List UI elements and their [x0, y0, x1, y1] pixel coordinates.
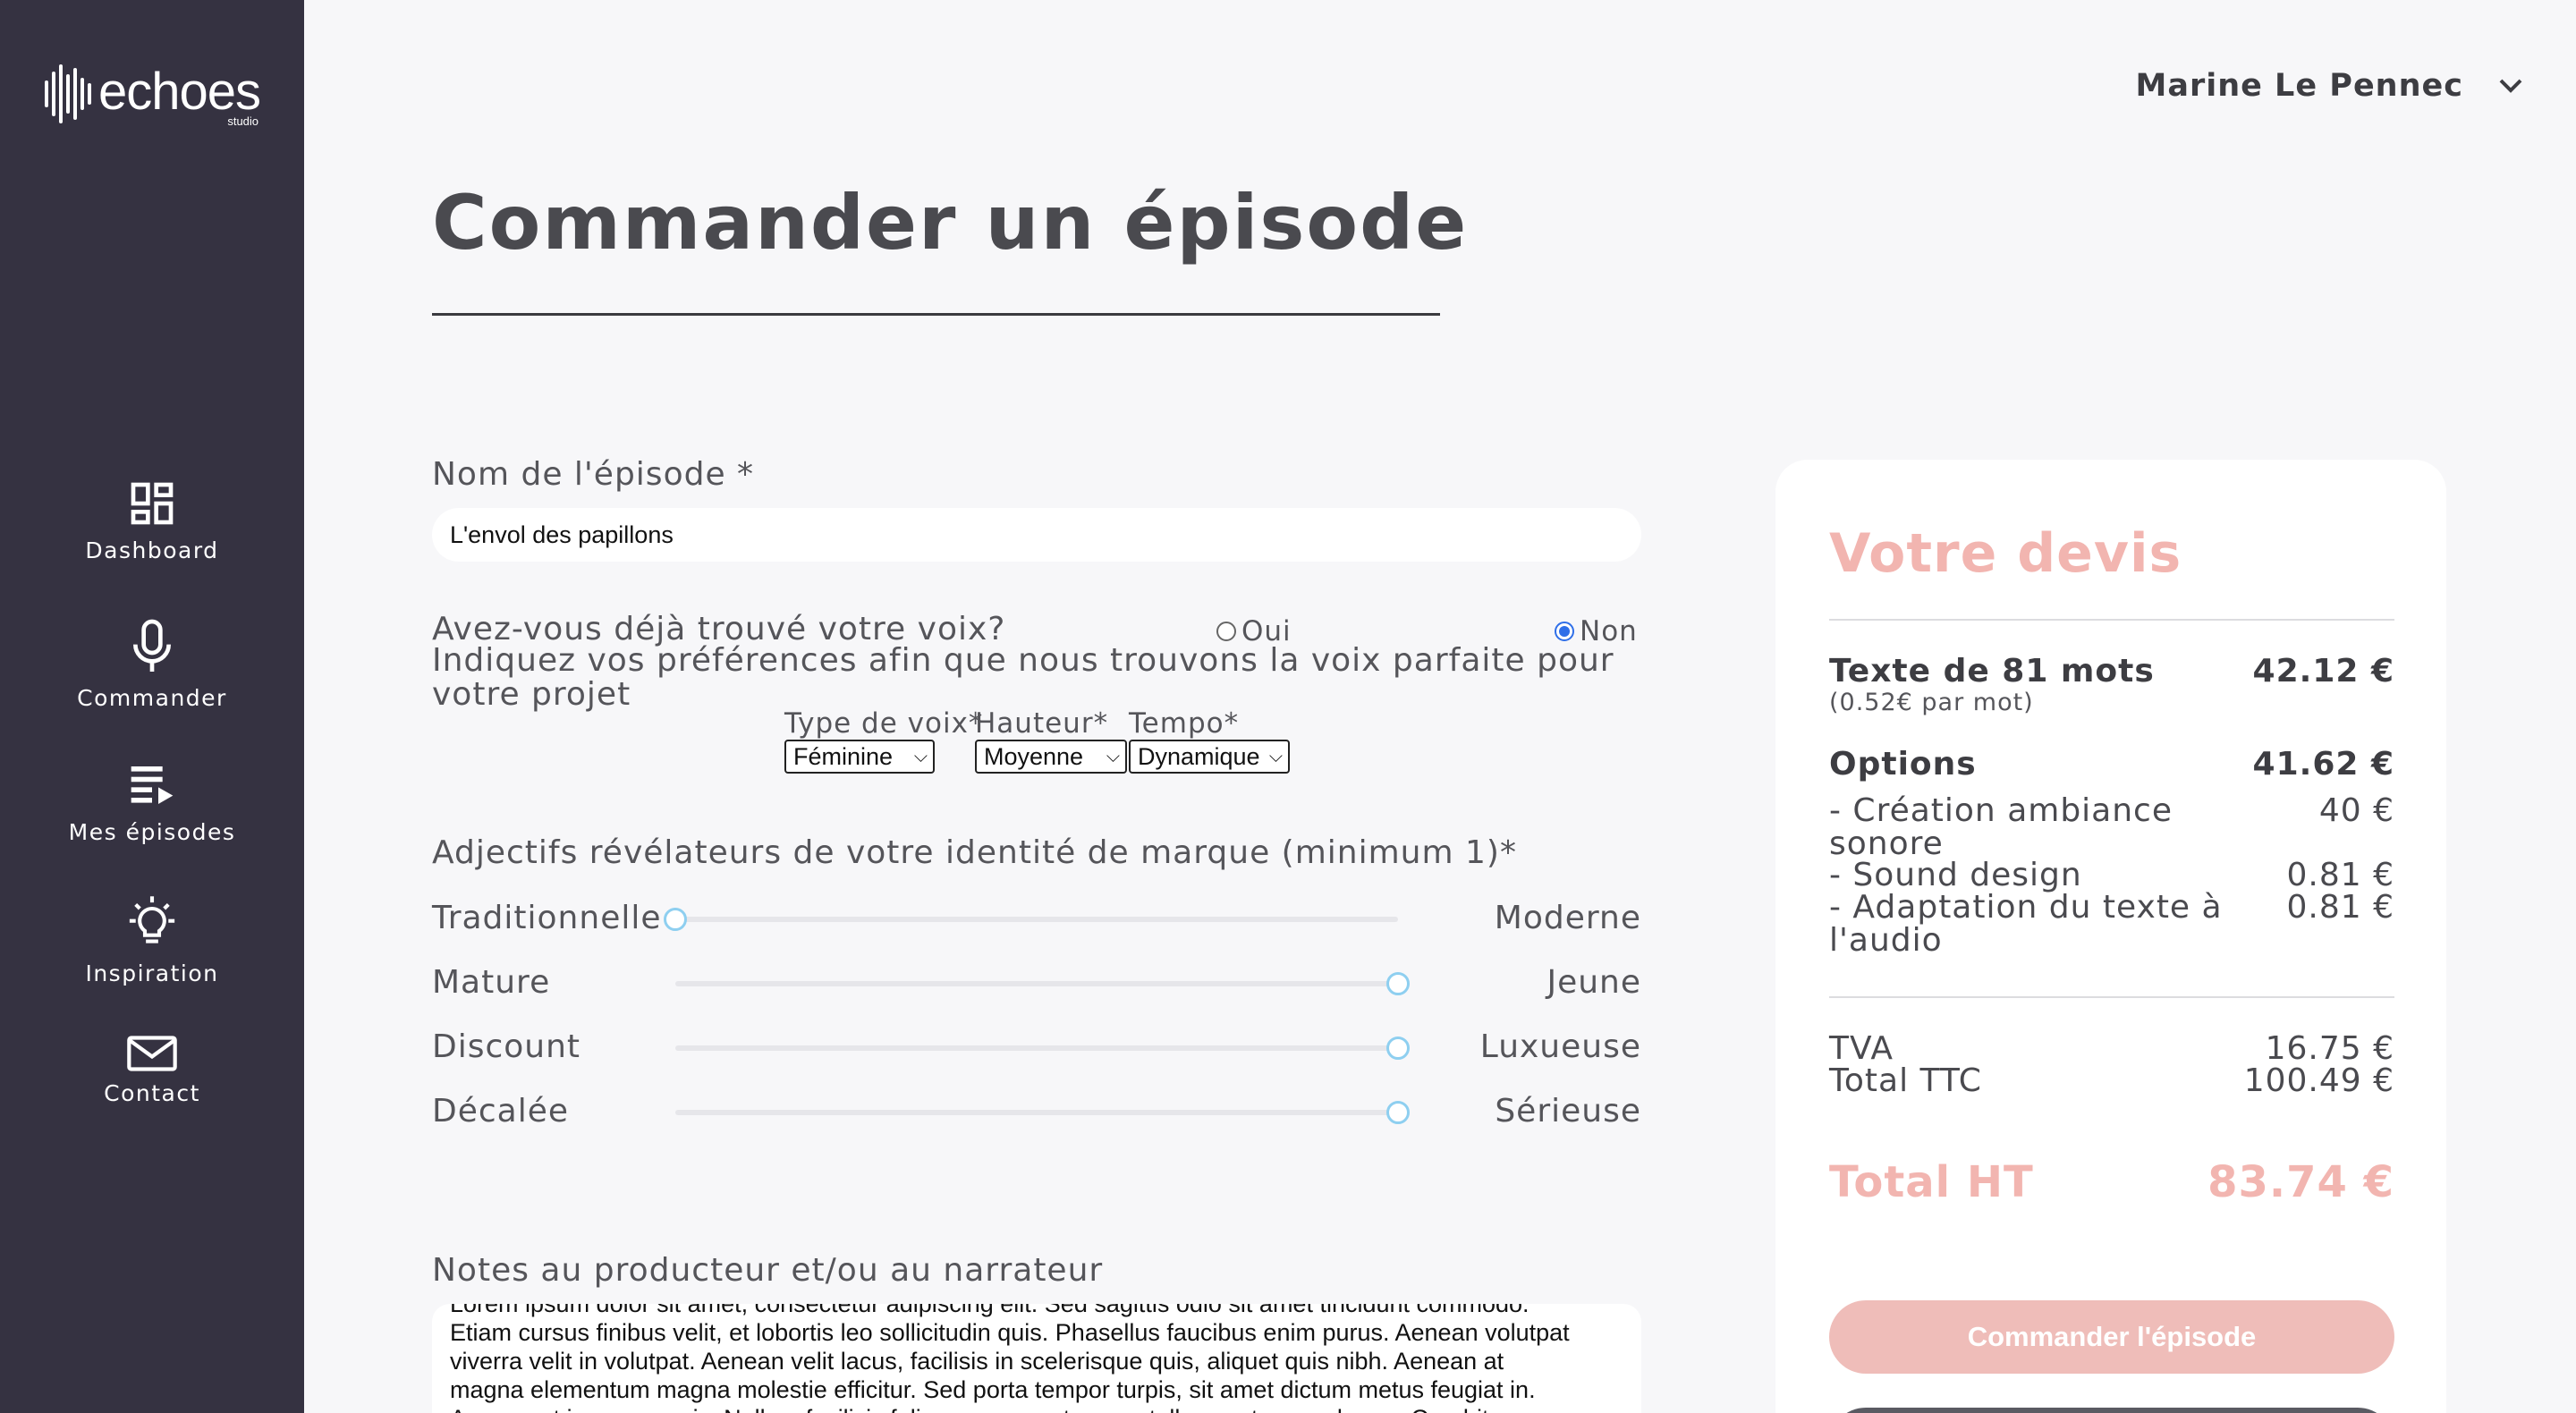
slider-mature-jeune[interactable]: [675, 972, 1410, 995]
slider-right-label: Moderne: [1494, 900, 1641, 936]
playlist-icon: [131, 766, 174, 804]
notes-line: Etiam cursus finibus velit, et lobortis …: [450, 1319, 1570, 1346]
quote-text-rate: (0.52€ par mot): [1829, 689, 2034, 716]
quote-option-item: - Adaptation du texte à l'audio 0.81 €: [1829, 891, 2394, 957]
slider-thumb[interactable]: [1386, 1101, 1410, 1124]
ttc-value: 100.49 €: [2243, 1062, 2394, 1099]
chevron-down-icon: ⌵: [1106, 746, 1120, 766]
slider-left-label: Mature: [432, 964, 551, 1001]
secondary-button[interactable]: [1829, 1408, 2394, 1413]
slider-discount-luxueuse[interactable]: [675, 1036, 1410, 1060]
quote-option-item: - Création ambiance sonore 40 €: [1829, 794, 2394, 860]
tempo-label: Tempo*: [1129, 707, 1240, 740]
lightbulb-icon: [129, 896, 175, 943]
slider-thumb[interactable]: [1386, 1036, 1410, 1060]
slider-left-label: Décalée: [432, 1093, 570, 1130]
slider-right-label: Luxueuse: [1479, 1028, 1641, 1065]
voice-type-label: Type de voix*: [784, 707, 984, 740]
pitch-label: Hauteur*: [975, 707, 1109, 740]
total-ht-label: Total HT: [1829, 1157, 2034, 1207]
slider-decalee-serieuse[interactable]: [675, 1101, 1410, 1124]
quote-divider: [1829, 996, 2394, 998]
notes-textarea[interactable]: Lorem ipsum dolor sit amet, consectetur …: [432, 1304, 1641, 1413]
select-value: Féminine: [793, 742, 894, 770]
sidebar-item-label: Commander: [77, 685, 227, 711]
sidebar-item-label: Dashboard: [85, 537, 219, 563]
quote-tva-row: TVA 16.75 €: [1829, 1030, 2394, 1067]
voice-help-text: Indiquez vos préférences afin que nous t…: [432, 642, 1614, 713]
pitch-select[interactable]: Moyenne ⌵: [975, 740, 1127, 774]
sidebar-item-label: Inspiration: [85, 960, 219, 986]
quote-options-row: Options 41.62 €: [1829, 746, 2394, 783]
quote-text-label: Texte de 81 mots: [1829, 653, 2155, 690]
episode-name-input[interactable]: [432, 508, 1641, 562]
voice-type-select[interactable]: Féminine ⌵: [784, 740, 935, 774]
option-price: 40 €: [2318, 792, 2394, 829]
slider-right-label: Sérieuse: [1495, 1093, 1641, 1130]
quote-text-row: Texte de 81 mots 42.12 €: [1829, 653, 2394, 690]
tempo-select[interactable]: Dynamique ⌵: [1129, 740, 1290, 774]
chevron-down-icon: [2499, 79, 2522, 93]
title-divider: [432, 313, 1440, 316]
page-title: Commander un épisode: [432, 179, 1469, 267]
quote-text-price: 42.12 €: [2252, 653, 2394, 690]
user-menu[interactable]: Marine Le Pennec: [2136, 68, 2522, 104]
quote-title: Votre devis: [1829, 522, 2182, 585]
notes-line: Aenean et ipsum mauris. Nullam facilisis…: [450, 1404, 1623, 1413]
quote-options-label: Options: [1829, 746, 1977, 783]
slider-right-label: Jeune: [1546, 964, 1641, 1001]
option-label: - Sound design: [1829, 857, 2082, 893]
quote-options-price: 41.62 €: [2252, 746, 2394, 783]
quote-ttc-row: Total TTC 100.49 €: [1829, 1062, 2394, 1099]
brand-name: echoes: [98, 63, 261, 121]
option-price: 0.81 €: [2286, 857, 2394, 893]
ttc-label: Total TTC: [1829, 1062, 1982, 1099]
slider-left-label: Discount: [432, 1028, 581, 1065]
sidebar-item-contact[interactable]: Contact: [0, 1036, 304, 1106]
tva-label: TVA: [1829, 1030, 1894, 1067]
episode-name-label: Nom de l'épisode *: [432, 456, 755, 493]
sidebar-item-commander[interactable]: Commander: [0, 617, 304, 711]
notes-line: viverra velit in volutpat. Aenean velit …: [450, 1348, 1504, 1375]
quote-card: Votre devis Texte de 81 mots 42.12 € (0.…: [1775, 460, 2446, 1413]
option-label: - Création ambiance sonore: [1829, 792, 2173, 862]
sidebar-item-dashboard[interactable]: Dashboard: [0, 478, 304, 563]
notes-line: magna elementum magna molestie efficitur…: [450, 1376, 1536, 1403]
radio-circle-checked: [1555, 622, 1574, 641]
sidebar: echoes studio Dashboard Commander Mes ép…: [0, 0, 304, 1413]
tva-value: 16.75 €: [2265, 1030, 2394, 1067]
brand-sub: studio: [227, 114, 259, 128]
sidebar-item-episodes[interactable]: Mes épisodes: [0, 760, 304, 845]
sidebar-item-label: Contact: [104, 1080, 200, 1106]
option-label: - Adaptation du texte à l'audio: [1829, 889, 2223, 959]
slider-thumb[interactable]: [1386, 972, 1410, 995]
sidebar-item-label: Mes épisodes: [68, 819, 236, 845]
quote-total-ht-row: Total HT 83.74 €: [1829, 1157, 2394, 1207]
select-value: Dynamique: [1138, 742, 1260, 770]
notes-label: Notes au producteur et/ou au narrateur: [432, 1252, 1104, 1289]
quote-option-item: - Sound design 0.81 €: [1829, 859, 2394, 892]
sidebar-item-inspiration[interactable]: Inspiration: [0, 894, 304, 986]
select-value: Moyenne: [984, 742, 1084, 770]
radio-circle: [1216, 622, 1236, 641]
mail-icon: [127, 1036, 177, 1071]
option-price: 0.81 €: [2286, 889, 2394, 926]
microphone-icon: [133, 619, 171, 672]
chevron-down-icon: ⌵: [913, 746, 928, 766]
brand-logo[interactable]: echoes studio: [45, 63, 261, 128]
slider-thumb[interactable]: [664, 908, 687, 931]
adjectives-label: Adjectifs révélateurs de votre identité …: [432, 834, 1517, 871]
order-episode-button[interactable]: Commander l'épisode: [1829, 1300, 2394, 1374]
user-name: Marine Le Pennec: [2135, 68, 2463, 104]
quote-divider: [1829, 619, 2394, 621]
slider-left-label: Traditionnelle: [432, 900, 662, 936]
soundwave-icon: [45, 63, 91, 125]
slider-traditionnelle-moderne[interactable]: [664, 908, 1398, 931]
total-ht-value: 83.74 €: [2207, 1157, 2394, 1207]
notes-line: Lorem ipsum dolor sit amet, consectetur …: [450, 1304, 1530, 1317]
chevron-down-icon: ⌵: [1268, 746, 1283, 766]
dashboard-icon: [131, 482, 174, 525]
